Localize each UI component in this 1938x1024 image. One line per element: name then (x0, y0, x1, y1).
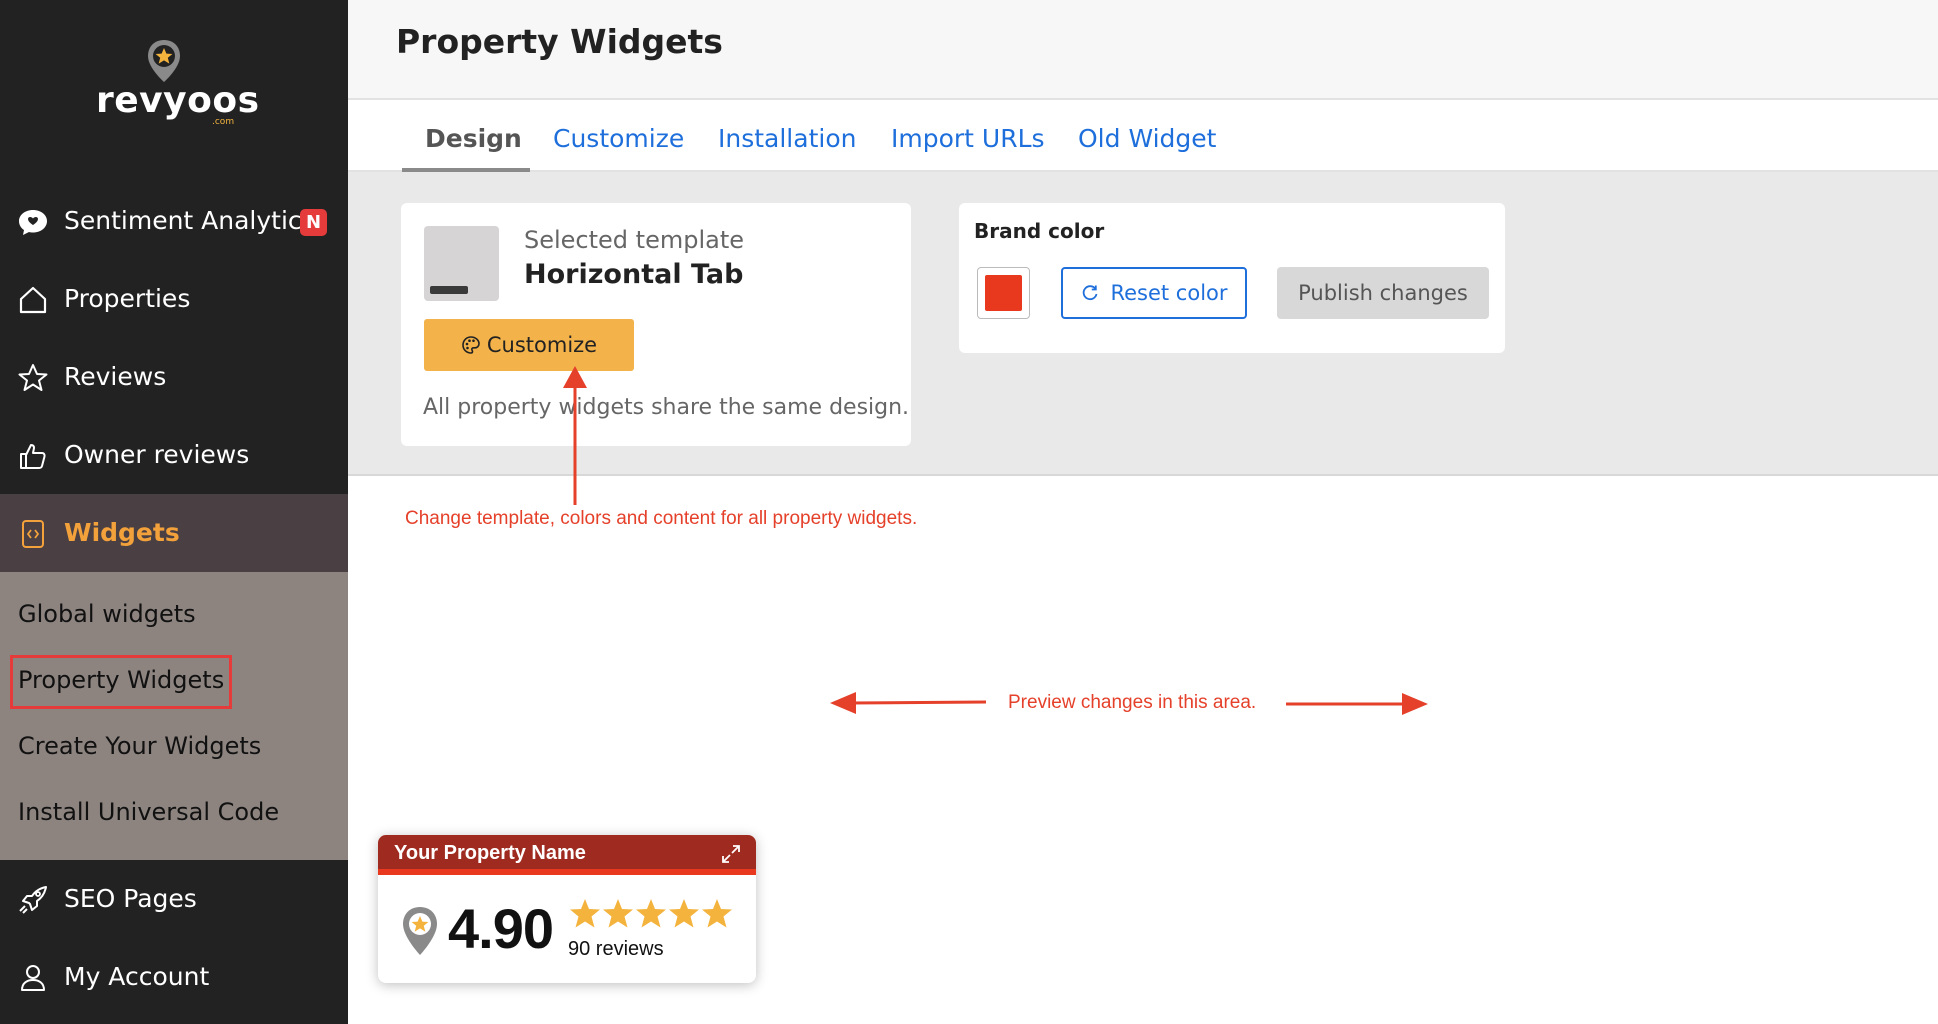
rocket-icon (19, 886, 47, 914)
tab-installation[interactable]: Installation (718, 124, 856, 153)
logo-tld: .com (212, 117, 235, 127)
selected-item-highlight (10, 655, 232, 709)
sidebar-item-label: Widgets (64, 518, 180, 547)
sidebar-item-sentiment-analytics[interactable]: Sentiment Analytics (0, 182, 348, 260)
location-pin-icon (148, 40, 180, 82)
page-header: Property Widgets (348, 0, 1938, 100)
expand-icon[interactable] (720, 843, 742, 865)
tab-bar: Design Customize Installation Import URL… (348, 102, 1938, 172)
brand-color-swatch (985, 275, 1022, 311)
sidebar-item-my-account[interactable]: My Account (0, 938, 348, 1016)
review-count: 90 reviews (568, 938, 664, 960)
selected-template-label: Selected template (524, 226, 745, 254)
house-icon (19, 286, 47, 314)
brand-color-picker[interactable] (977, 267, 1030, 319)
revyoos-logo[interactable]: revyoos .com (96, 38, 260, 130)
widget-preview[interactable]: Your Property Name 4.90 90 reviews (378, 835, 756, 983)
sidebar-item-reviews[interactable]: Reviews (0, 338, 348, 416)
sidebar: revyoos .com Sentiment Analytics N Prope… (0, 0, 348, 1024)
customize-button[interactable]: Customize (424, 319, 634, 371)
new-badge: N (300, 209, 327, 236)
logo-wordmark: revyoos (96, 80, 260, 121)
chat-bubble-icon (19, 210, 47, 235)
brand-color-label: Brand color (974, 219, 1105, 243)
submenu-item-create-your-widgets[interactable]: Create Your Widgets (18, 732, 261, 760)
customize-button-label: Customize (486, 333, 598, 357)
location-pin-icon (403, 907, 437, 955)
brand-color-card: Brand color Reset color Publish changes (959, 203, 1505, 353)
refresh-icon (1083, 285, 1098, 301)
sidebar-item-widgets[interactable]: Widgets (0, 494, 348, 572)
arrow-preview-left (849, 700, 987, 705)
widgets-submenu: Global widgets Property Widgets Create Y… (0, 572, 348, 860)
sidebar-item-label: Sentiment Analytics (64, 206, 315, 235)
palette-icon (462, 336, 480, 354)
template-thumbnail[interactable] (424, 226, 499, 301)
tab-design[interactable]: Design (425, 124, 522, 153)
publish-changes-button[interactable]: Publish changes (1277, 267, 1489, 319)
star-rating-icon (570, 899, 732, 928)
widget-code-icon (22, 520, 44, 548)
template-name: Horizontal Tab (524, 259, 744, 290)
annotation-template-hint: Change template, colors and content for … (405, 508, 918, 529)
page-title: Property Widgets (396, 22, 723, 61)
design-share-note: All property widgets share the same desi… (423, 395, 910, 420)
submenu-item-install-universal-code[interactable]: Install Universal Code (18, 798, 279, 826)
sidebar-item-label: Properties (64, 284, 191, 313)
sidebar-item-label: Reviews (64, 362, 167, 391)
star-outline-icon (18, 364, 48, 391)
thumbs-up-icon (20, 444, 46, 469)
tab-old-widget[interactable]: Old Widget (1078, 124, 1216, 153)
sidebar-item-label: Owner reviews (64, 440, 250, 469)
rating-score: 4.90 (448, 897, 554, 960)
submenu-item-global-widgets[interactable]: Global widgets (18, 600, 196, 628)
annotation-preview-hint: Preview changes in this area. (1008, 692, 1257, 713)
sidebar-item-owner-reviews[interactable]: Owner reviews (0, 416, 348, 494)
design-settings-area: Selected template Horizontal Tab Customi… (348, 172, 1938, 476)
widget-header: Your Property Name (378, 835, 756, 875)
sidebar-item-label: SEO Pages (64, 884, 197, 913)
sidebar-item-properties[interactable]: Properties (0, 260, 348, 338)
template-card: Selected template Horizontal Tab Customi… (401, 203, 911, 446)
sidebar-item-seo-pages[interactable]: SEO Pages (0, 860, 348, 938)
user-icon (21, 965, 45, 991)
tab-customize[interactable]: Customize (553, 124, 684, 153)
tab-import-urls[interactable]: Import URLs (891, 124, 1045, 153)
widget-property-name: Your Property Name (394, 842, 586, 864)
reset-color-label: Reset color (1110, 281, 1228, 305)
sidebar-item-label: My Account (64, 962, 210, 991)
reset-color-button[interactable]: Reset color (1061, 267, 1247, 319)
